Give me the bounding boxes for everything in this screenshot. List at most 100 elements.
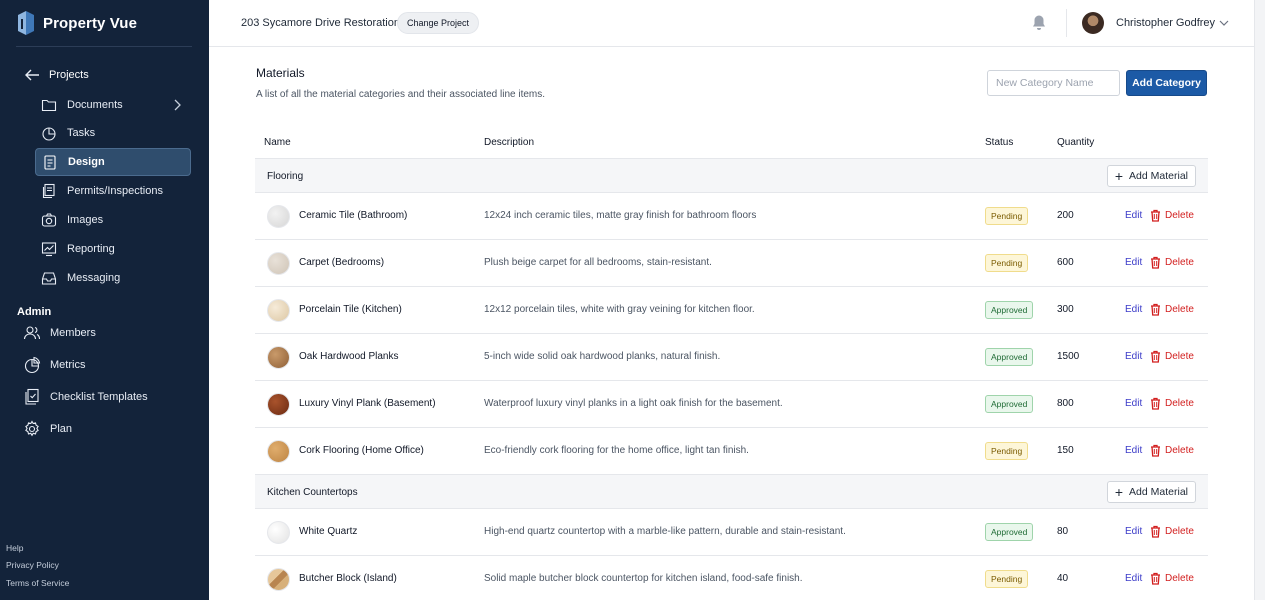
- sidebar-item-metrics[interactable]: Metrics: [23, 356, 85, 374]
- edit-button[interactable]: Edit: [1125, 210, 1142, 221]
- material-quantity: 800: [1057, 398, 1074, 409]
- trash-icon[interactable]: [1150, 444, 1161, 457]
- chevron-right-icon: [174, 99, 181, 111]
- users-icon: [23, 326, 41, 340]
- edit-button[interactable]: Edit: [1125, 573, 1142, 584]
- plus-icon: +: [1114, 168, 1124, 184]
- add-category-button[interactable]: Add Category: [1126, 70, 1207, 96]
- sidebar-item-plan[interactable]: Plan: [23, 420, 72, 438]
- material-name: Luxury Vinyl Plank (Basement): [299, 398, 436, 409]
- delete-button[interactable]: Delete: [1165, 351, 1194, 362]
- sidebar-item-label: Reporting: [67, 243, 115, 255]
- category-row: Flooring + Add Material: [255, 159, 1208, 193]
- checklist-icon: [25, 388, 39, 405]
- help-link[interactable]: Help: [6, 543, 23, 553]
- sidebar-item-documents[interactable]: Documents: [35, 91, 191, 119]
- page-title: Materials: [256, 66, 305, 80]
- sidebar-item-permits[interactable]: Permits/Inspections: [35, 177, 191, 205]
- user-avatar[interactable]: [1082, 12, 1104, 34]
- user-name[interactable]: Christopher Godfrey: [1116, 17, 1215, 29]
- status-badge: Approved: [985, 523, 1034, 541]
- sidebar-item-checklist-templates[interactable]: Checklist Templates: [23, 388, 148, 406]
- edit-button[interactable]: Edit: [1125, 398, 1142, 409]
- edit-button[interactable]: Edit: [1125, 351, 1142, 362]
- material-name: Oak Hardwood Planks: [299, 351, 399, 362]
- terms-of-service-link[interactable]: Terms of Service: [6, 578, 69, 588]
- material-thumbnail: [267, 393, 290, 416]
- table-row: White Quartz High-end quartz countertop …: [255, 509, 1208, 556]
- material-quantity: 1500: [1057, 351, 1080, 362]
- sidebar-item-label: Permits/Inspections: [67, 185, 163, 197]
- table-row: Carpet (Bedrooms) Plush beige carpet for…: [255, 240, 1208, 287]
- category-name: Kitchen Countertops: [267, 487, 358, 498]
- edit-button[interactable]: Edit: [1125, 526, 1142, 537]
- sidebar-item-label: Checklist Templates: [50, 391, 148, 403]
- documents-icon: [42, 183, 55, 199]
- trash-icon[interactable]: [1150, 525, 1161, 538]
- plus-icon: +: [1114, 484, 1124, 500]
- delete-button[interactable]: Delete: [1165, 398, 1194, 409]
- delete-button[interactable]: Delete: [1165, 210, 1194, 221]
- trash-icon[interactable]: [1150, 256, 1161, 269]
- arrow-left-icon: [25, 69, 39, 81]
- material-quantity: 300: [1057, 304, 1074, 315]
- table-row: Butcher Block (Island) Solid maple butch…: [255, 556, 1208, 600]
- material-thumbnail: [267, 521, 290, 544]
- sidebar-item-label: Tasks: [67, 127, 96, 139]
- scrollbar[interactable]: [1254, 0, 1265, 600]
- material-thumbnail: [267, 440, 290, 463]
- trash-icon[interactable]: [1150, 572, 1161, 585]
- trash-icon[interactable]: [1150, 350, 1161, 363]
- sidebar-item-messaging[interactable]: Messaging: [35, 264, 191, 292]
- material-quantity: 150: [1057, 445, 1074, 456]
- bell-icon[interactable]: [1031, 14, 1047, 31]
- pie-chart-icon: [42, 127, 56, 141]
- sidebar-item-label: Design: [68, 156, 105, 168]
- camera-icon: [41, 213, 57, 227]
- delete-button[interactable]: Delete: [1165, 573, 1194, 584]
- edit-button[interactable]: Edit: [1125, 257, 1142, 268]
- sidebar-item-reporting[interactable]: Reporting: [35, 235, 191, 263]
- page-description: A list of all the material categories an…: [256, 89, 546, 100]
- column-header-status: Status: [985, 137, 1014, 148]
- app-logo[interactable]: Property Vue: [16, 11, 137, 35]
- material-description: Solid maple butcher block countertop for…: [484, 573, 803, 584]
- sidebar-item-label: Documents: [67, 99, 123, 111]
- sidebar-item-tasks[interactable]: Tasks: [35, 119, 191, 147]
- chevron-down-icon[interactable]: [1219, 19, 1229, 27]
- trash-icon[interactable]: [1150, 209, 1161, 222]
- add-material-button[interactable]: + Add Material: [1106, 481, 1196, 503]
- clipboard-icon: [44, 155, 56, 170]
- back-to-projects-link[interactable]: Projects: [24, 67, 89, 83]
- material-name: Butcher Block (Island): [299, 573, 397, 584]
- delete-button[interactable]: Delete: [1165, 257, 1194, 268]
- trash-icon[interactable]: [1150, 397, 1161, 410]
- new-category-input[interactable]: [987, 70, 1120, 96]
- material-thumbnail: [267, 346, 290, 369]
- back-label: Projects: [49, 69, 89, 81]
- material-description: Waterproof luxury vinyl planks in a ligh…: [484, 398, 783, 409]
- materials-table: Name Description Status Quantity Floorin…: [255, 124, 1208, 600]
- sidebar-item-images[interactable]: Images: [35, 206, 191, 234]
- trash-icon[interactable]: [1150, 303, 1161, 316]
- sidebar-item-members[interactable]: Members: [23, 324, 96, 342]
- sidebar-item-design[interactable]: Design: [35, 148, 191, 176]
- delete-button[interactable]: Delete: [1165, 445, 1194, 456]
- add-material-button[interactable]: + Add Material: [1106, 165, 1196, 187]
- edit-button[interactable]: Edit: [1125, 304, 1142, 315]
- sidebar-item-label: Members: [50, 327, 96, 339]
- add-material-label: Add Material: [1129, 170, 1188, 182]
- column-header-quantity: Quantity: [1057, 137, 1095, 148]
- top-header: 203 Sycamore Drive Restoration Change Pr…: [209, 0, 1254, 47]
- material-description: 12x12 porcelain tiles, white with gray v…: [484, 304, 755, 315]
- delete-button[interactable]: Delete: [1165, 304, 1194, 315]
- privacy-policy-link[interactable]: Privacy Policy: [6, 560, 59, 570]
- table-row: Porcelain Tile (Kitchen) 12x12 porcelain…: [255, 287, 1208, 334]
- project-name: 203 Sycamore Drive Restoration: [241, 17, 400, 29]
- add-material-label: Add Material: [1129, 486, 1188, 498]
- delete-button[interactable]: Delete: [1165, 526, 1194, 537]
- change-project-button[interactable]: Change Project: [397, 12, 480, 34]
- status-badge: Approved: [985, 395, 1034, 413]
- material-description: 5-inch wide solid oak hardwood planks, n…: [484, 351, 721, 362]
- edit-button[interactable]: Edit: [1125, 445, 1142, 456]
